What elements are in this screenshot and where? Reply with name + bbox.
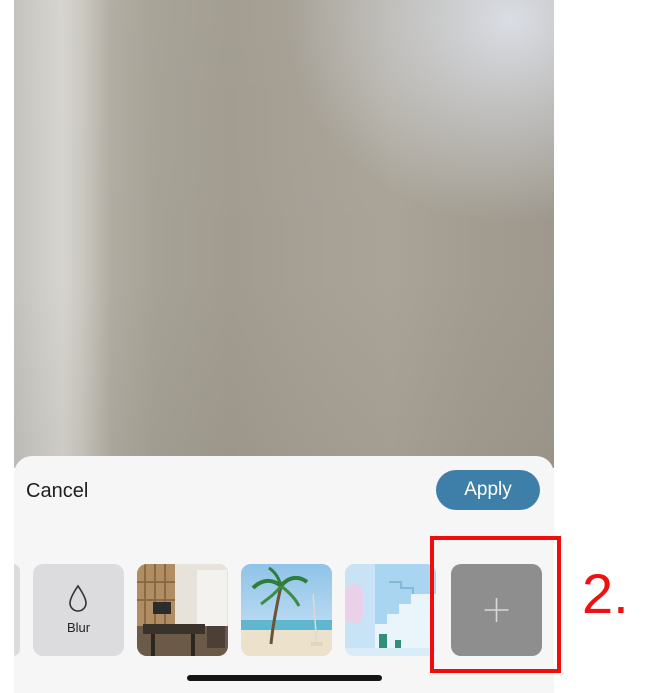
cancel-button[interactable]: Cancel	[26, 480, 88, 503]
beach-background-thumbnail[interactable]	[241, 564, 332, 656]
blur-label: Blur	[66, 620, 91, 635]
background-thumbnail-partial[interactable]	[14, 564, 20, 656]
annotation-step-label: 2.	[582, 562, 629, 625]
stairs-image	[345, 564, 436, 656]
blur-option[interactable]: Blur	[33, 564, 124, 656]
office-background-thumbnail[interactable]	[137, 564, 228, 656]
droplet-icon	[69, 584, 87, 612]
home-indicator	[187, 675, 382, 681]
office-image	[137, 564, 228, 656]
annotation-highlight-box	[430, 536, 561, 673]
camera-preview	[14, 0, 554, 468]
stairs-background-thumbnail[interactable]	[345, 564, 436, 656]
beach-image	[241, 564, 332, 656]
apply-button[interactable]: Apply	[436, 470, 540, 510]
